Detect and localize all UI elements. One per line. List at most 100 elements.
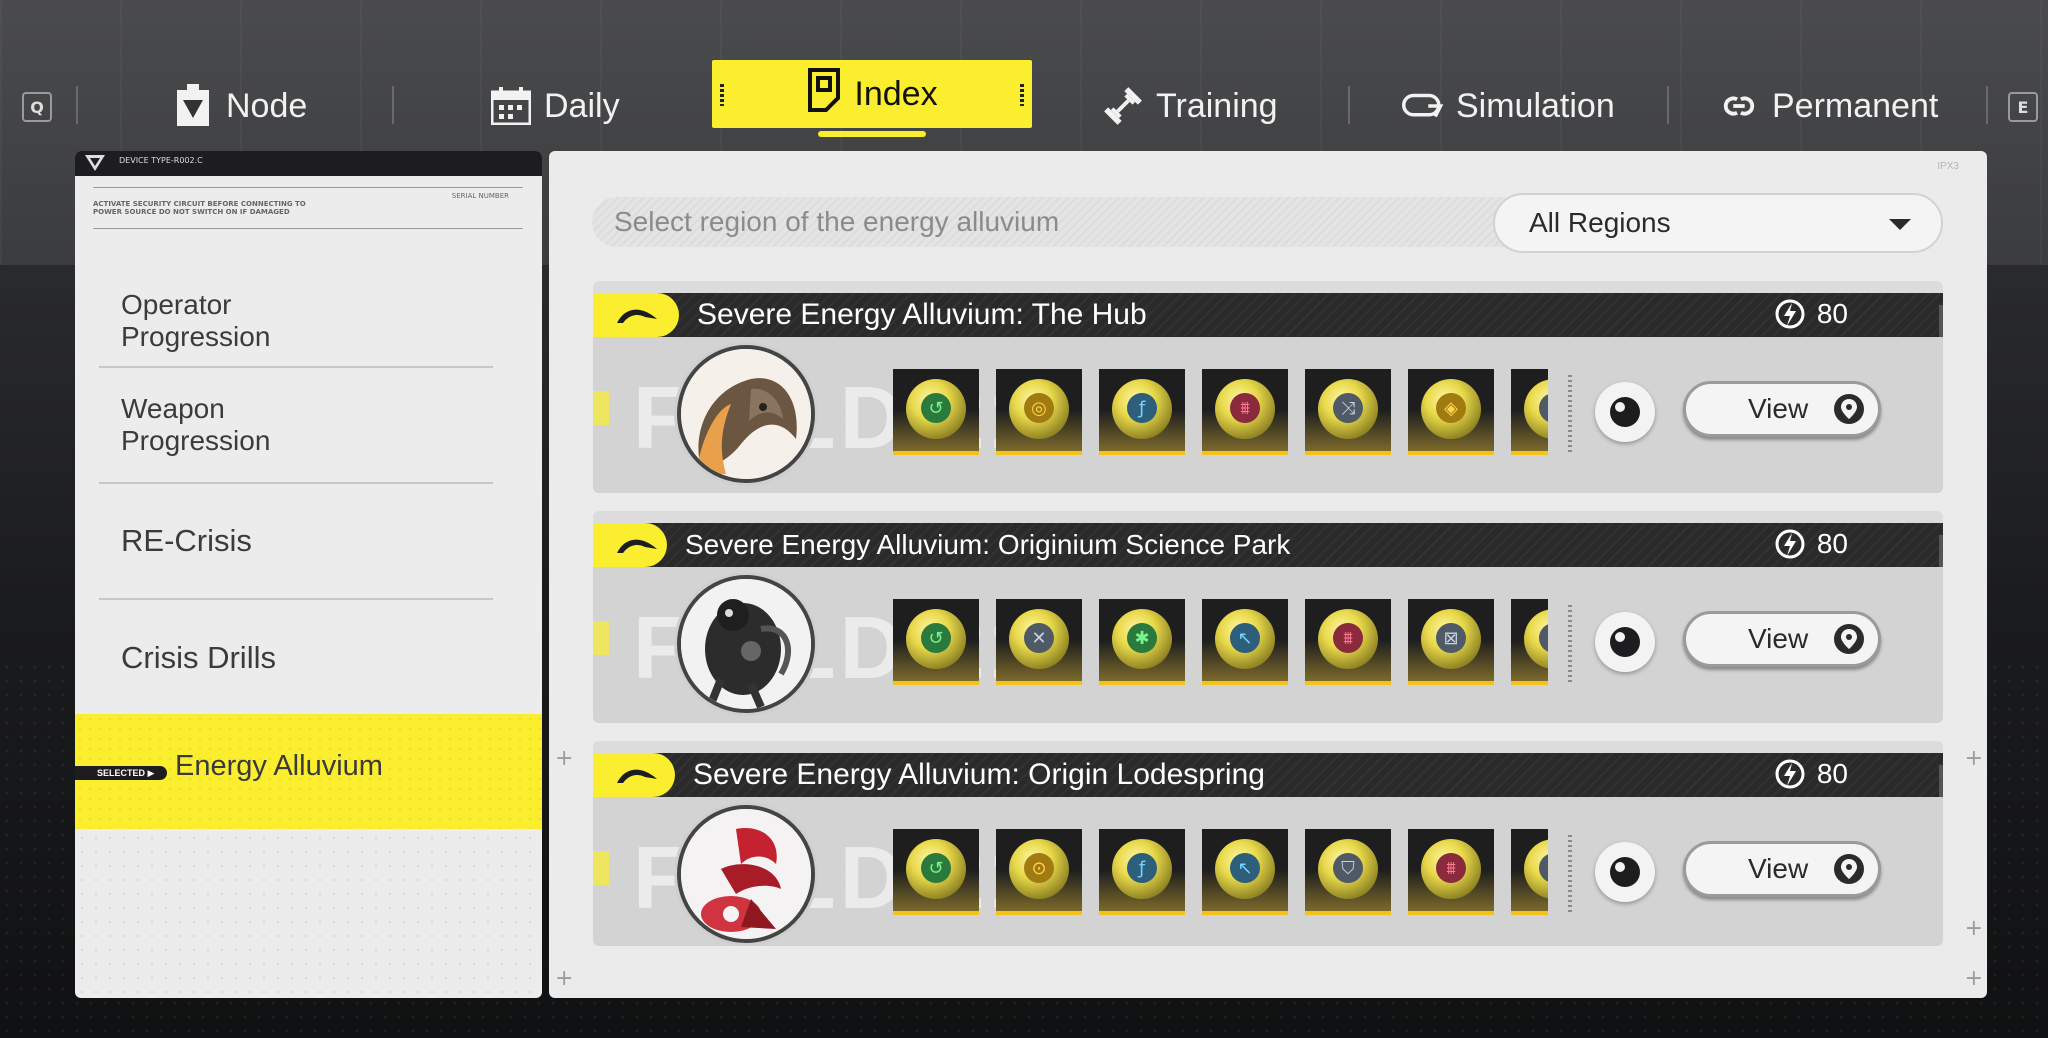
tab-label: Simulation xyxy=(1456,86,1615,125)
preview-orb-button[interactable] xyxy=(1595,842,1655,902)
card-tag xyxy=(593,753,675,797)
reward-glyph-icon: ✱ xyxy=(1127,623,1157,653)
map-pin-icon xyxy=(1834,624,1864,654)
wave-icon xyxy=(617,539,657,553)
reward-item[interactable]: ↖ xyxy=(1202,599,1288,685)
reward-glyph-icon: ⩩ xyxy=(1230,393,1260,423)
index-icon xyxy=(806,67,842,121)
corner-tag: IPX3 xyxy=(1937,161,1959,172)
caret-down-icon xyxy=(1889,219,1911,230)
next-tab-key[interactable]: E xyxy=(2008,92,2038,122)
alluvium-card: Severe Energy Alluvium: Originium Scienc… xyxy=(593,511,1943,723)
view-button[interactable]: View xyxy=(1683,611,1881,667)
sidebar-item-label: Weapon Progression xyxy=(121,393,271,456)
reward-item[interactable]: ◈ xyxy=(1408,369,1494,455)
reward-item[interactable]: ↺ xyxy=(893,369,979,455)
reward-glyph-icon: ✕ xyxy=(1024,623,1054,653)
card-divider xyxy=(1568,375,1572,455)
plus-mark: + xyxy=(1964,916,1983,941)
reward-glyph-icon: ◎ xyxy=(1024,393,1054,423)
tab-simulation[interactable]: Simulation xyxy=(1402,80,1615,132)
view-button-label: View xyxy=(1748,623,1809,654)
wave-icon xyxy=(617,309,657,323)
region-dropdown[interactable]: All Regions xyxy=(1493,193,1943,253)
reward-item[interactable]: ↺ xyxy=(893,829,979,915)
tab-permanent[interactable]: Permanent xyxy=(1718,80,1938,132)
preview-orb-button[interactable] xyxy=(1595,382,1655,442)
boss-portrait[interactable] xyxy=(677,345,815,483)
sidebar-item-label: Operator Progression xyxy=(121,289,271,352)
tab-label: Daily xyxy=(544,86,620,125)
reward-item[interactable]: ↺ xyxy=(893,599,979,685)
device-notice: SERIAL NUMBER ACTIVATE SECURITY CIRCUIT … xyxy=(93,187,523,229)
alluvium-card: Severe Energy Alluvium: Origin Lodesprin… xyxy=(593,741,1943,946)
card-header: Severe Energy Alluvium: The Hub 80 xyxy=(593,293,1943,349)
card-title: Severe Energy Alluvium: Origin Lodesprin… xyxy=(693,758,1265,791)
tab-index[interactable]: Index xyxy=(712,60,1032,128)
view-button[interactable]: View xyxy=(1683,381,1881,437)
device-header: DEVICE TYPE-R002.C xyxy=(75,151,542,176)
wave-icon xyxy=(617,769,657,783)
reward-item[interactable]: ⊙ xyxy=(996,829,1082,915)
sidebar-item-energy-alluvium[interactable]: SELECTED ▶ Energy Alluvium xyxy=(75,714,542,829)
serial-label: SERIAL NUMBER xyxy=(451,192,509,200)
reward-item[interactable]: ⛉ xyxy=(1305,829,1391,915)
card-title: Severe Energy Alluvium: The Hub xyxy=(697,298,1147,331)
card-body: FIELD 21 ↺ ✕ ✱ ↖ ⩩ ⊠ ✧ xyxy=(593,567,1943,723)
sidebar-item-label: Crisis Drills xyxy=(121,640,276,675)
preview-orb-button[interactable] xyxy=(1595,612,1655,672)
reward-item[interactable]: ↖ xyxy=(1202,829,1288,915)
reward-item[interactable]: ⩩ xyxy=(1202,369,1288,455)
reward-item[interactable]: ✱ xyxy=(1099,599,1185,685)
reward-list: ↺ ◎ ƒ ⩩ ⤨ ◈ ✧ xyxy=(893,369,1548,455)
reward-item[interactable]: ✕ xyxy=(996,599,1082,685)
reward-item[interactable]: ƒ xyxy=(1099,829,1185,915)
card-marker xyxy=(593,851,609,885)
energy-cost: 80 xyxy=(1773,757,1848,791)
reward-item[interactable]: ✧ xyxy=(1511,599,1548,685)
sidebar-item-operator-progression[interactable]: Operator Progression xyxy=(99,276,493,368)
energy-cost: 80 xyxy=(1773,527,1848,561)
reward-item[interactable]: ƒ xyxy=(1099,369,1185,455)
reward-item[interactable]: ✧ xyxy=(1511,829,1548,915)
region-prompt-text: Select region of the energy alluvium xyxy=(614,206,1060,237)
card-divider xyxy=(1568,605,1572,685)
reward-item[interactable]: ⩩ xyxy=(1408,829,1494,915)
training-icon xyxy=(1102,85,1144,127)
prev-tab-key[interactable]: Q xyxy=(22,92,52,122)
plus-mark: + xyxy=(555,746,574,771)
tab-daily[interactable]: Daily xyxy=(490,80,620,132)
reward-item[interactable]: ⊠ xyxy=(1408,599,1494,685)
boss-creature-image xyxy=(681,809,811,939)
energy-value: 80 xyxy=(1816,758,1848,789)
node-icon xyxy=(172,84,214,127)
plus-mark: + xyxy=(1964,746,1983,771)
tab-label: Node xyxy=(226,86,308,125)
boss-portrait[interactable] xyxy=(677,575,815,713)
sidebar-item-weapon-progression[interactable]: Weapon Progression xyxy=(99,368,493,484)
view-button[interactable]: View xyxy=(1683,841,1881,897)
energy-icon xyxy=(1775,759,1805,789)
tab-label: Training xyxy=(1156,86,1278,125)
energy-icon xyxy=(1775,529,1805,559)
permanent-icon xyxy=(1718,85,1760,127)
tab-node[interactable]: Node xyxy=(172,80,307,132)
nav-separator xyxy=(1667,86,1669,124)
reward-item[interactable]: ✧ xyxy=(1511,369,1548,455)
sidebar: DEVICE TYPE-R002.C SERIAL NUMBER ACTIVAT… xyxy=(75,151,542,998)
reward-item[interactable]: ◎ xyxy=(996,369,1082,455)
card-title: Severe Energy Alluvium: Originium Scienc… xyxy=(685,529,1291,560)
tab-edge-mark xyxy=(1020,84,1024,106)
reward-glyph-icon: ↺ xyxy=(921,853,951,883)
sidebar-item-crisis-drills[interactable]: Crisis Drills xyxy=(99,600,493,716)
reward-item[interactable]: ⤨ xyxy=(1305,369,1391,455)
card-body: FIELD 21 ↺ ⊙ ƒ ↖ ⛉ ⩩ ✧ xyxy=(593,797,1943,946)
card-header: Severe Energy Alluvium: Origin Lodesprin… xyxy=(593,753,1943,809)
reward-glyph-icon: ↺ xyxy=(921,393,951,423)
reward-item[interactable]: ⩩ xyxy=(1305,599,1391,685)
tab-training[interactable]: Training xyxy=(1102,80,1278,132)
sidebar-item-re-crisis[interactable]: RE-Crisis xyxy=(99,484,493,600)
map-pin-icon xyxy=(1834,394,1864,424)
boss-portrait[interactable] xyxy=(677,805,815,943)
energy-value: 80 xyxy=(1816,528,1848,559)
